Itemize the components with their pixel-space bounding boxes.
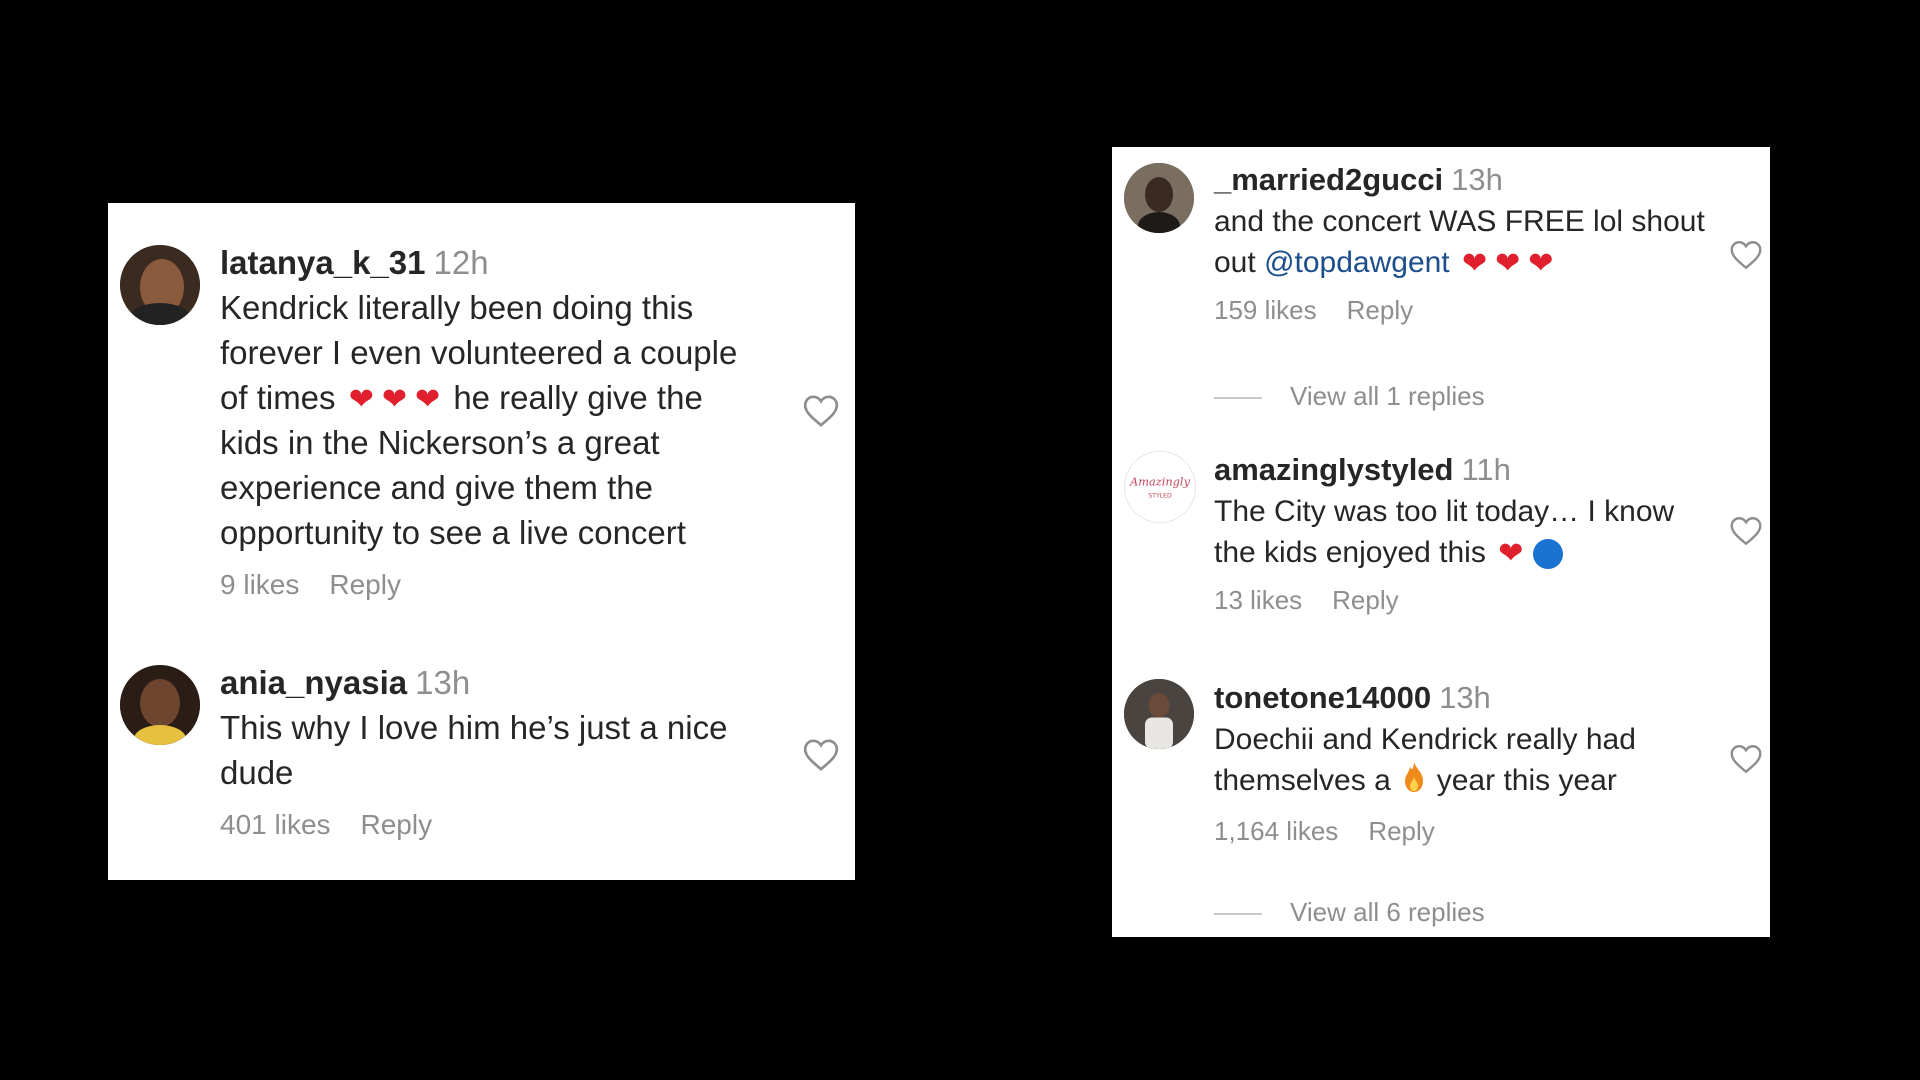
divider-line [1214,913,1262,916]
comment-time: 12h [433,244,489,281]
comment-meta: 9 likes Reply [220,569,771,601]
mention-link[interactable]: @topdawgent [1264,246,1450,279]
svg-text:Amazingly: Amazingly [1129,474,1191,488]
comments-panel-left: latanya_k_31 12h Kendrick literally been … [108,203,855,880]
comment-time: 13h [1451,162,1503,197]
comments-panel-right: _married2gucci 13h and the concert WAS FR… [1112,147,1770,937]
reply-button[interactable]: Reply [1332,585,1398,615]
comment-meta: 13 likes Reply [1214,585,1706,616]
view-replies-link[interactable]: View all 6 replies [1214,897,1485,928]
red-heart-emoji: ❤ [348,383,374,417]
username-link[interactable]: tonetone14000 [1214,680,1431,715]
svg-text:STYLED: STYLED [1148,493,1172,500]
avatar[interactable] [120,665,200,745]
likes-count[interactable]: 13 likes [1214,585,1302,615]
likes-count[interactable]: 1,164 likes [1214,816,1338,846]
red-heart-emoji: ❤ [415,383,441,417]
red-heart-emoji: ❤ [1528,247,1554,281]
avatar[interactable] [120,245,200,325]
red-heart-emoji: ❤ [381,383,407,417]
comment-text: Doechii and Kendrick really had themselv… [1214,719,1706,804]
comment-time: 13h [1439,680,1491,715]
heart-outline-icon[interactable] [1728,513,1764,549]
username-link[interactable]: latanya_k_31 [220,244,426,281]
comment-time: 11h [1461,452,1511,487]
likes-count[interactable]: 159 likes [1214,295,1317,325]
avatar[interactable]: Amazingly STYLED [1124,451,1196,523]
divider-line [1214,397,1262,400]
username-link[interactable]: amazinglystyled [1214,452,1453,487]
heart-outline-icon[interactable] [801,735,841,775]
likes-count[interactable]: 401 likes [220,809,331,840]
comment-header: _married2gucci 13h [1214,159,1706,201]
heart-outline-icon[interactable] [1728,237,1764,273]
comment-text: Kendrick literally been doing this forev… [220,289,738,551]
red-heart-emoji: ❤ [1498,537,1524,571]
blue-circle-emoji [1533,539,1564,570]
avatar[interactable] [1124,163,1194,233]
heart-outline-icon[interactable] [801,391,841,431]
comment-header: tonetone14000 13h [1214,677,1706,719]
fire-emoji [1401,761,1427,804]
comment-text: and the concert WAS FREE lol shout out @… [1214,205,1705,281]
reply-button[interactable]: Reply [1347,295,1413,325]
comment-text: The City was too lit today… I know the k… [1214,495,1675,571]
comment-meta: 401 likes Reply [220,809,771,841]
red-heart-emoji: ❤ [1462,247,1488,281]
red-heart-emoji: ❤ [1495,247,1521,281]
username-link[interactable]: _married2gucci [1214,162,1443,197]
heart-outline-icon[interactable] [1728,741,1764,777]
reply-button[interactable]: Reply [361,809,433,840]
comment-text: This why I love him he’s just a nice dud… [220,709,728,791]
avatar[interactable] [1124,679,1194,749]
reply-button[interactable]: Reply [1368,816,1434,846]
username-link[interactable]: ania_nyasia [220,664,407,701]
comment-time: 13h [415,664,471,701]
comment-header: amazinglystyled 11h [1214,449,1706,491]
reply-button[interactable]: Reply [329,569,401,600]
comment-header: latanya_k_31 12h [220,241,771,285]
comment-header: ania_nyasia 13h [220,661,771,705]
view-replies-link[interactable]: View all 1 replies [1214,381,1485,412]
comment-meta: 1,164 likes Reply [1214,816,1706,847]
comment-meta: 159 likes Reply [1214,295,1706,326]
likes-count[interactable]: 9 likes [220,569,299,600]
